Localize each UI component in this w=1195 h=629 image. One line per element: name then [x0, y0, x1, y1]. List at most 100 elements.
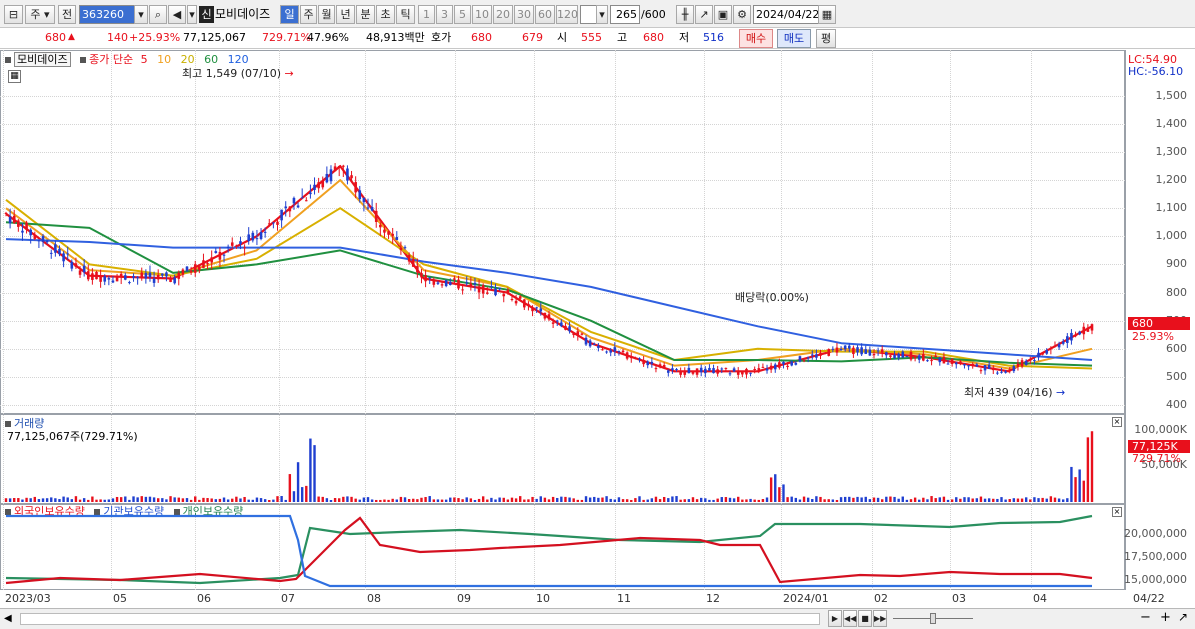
candle-body	[745, 368, 748, 375]
candle-body	[613, 347, 617, 352]
candle-body	[206, 263, 209, 265]
volume-bar	[642, 499, 645, 502]
candle-body	[12, 215, 16, 224]
scroll-track[interactable]	[20, 613, 820, 625]
fast-forward-icon[interactable]: ▶▶	[873, 610, 887, 627]
volume-bar	[523, 499, 526, 502]
volume-bar	[560, 496, 563, 502]
volume-bar	[843, 496, 847, 502]
volume-bar	[662, 496, 666, 502]
volume-bar	[8, 498, 12, 502]
volume-bar	[111, 498, 115, 502]
candle-body	[49, 252, 53, 254]
volume-bar	[811, 499, 814, 502]
volume-last-pct-tag: 729.71%	[1132, 452, 1181, 465]
volume-bar	[210, 498, 213, 502]
volume-bar	[74, 496, 78, 502]
volume-bar	[66, 497, 69, 502]
candle-body	[136, 276, 139, 279]
candle-body	[103, 276, 107, 282]
candle-body	[342, 165, 345, 167]
volume-bar	[13, 498, 16, 502]
candle-body	[885, 352, 888, 356]
volume-bar	[691, 497, 695, 502]
volume-bar	[383, 499, 386, 502]
volume-bar	[354, 498, 357, 502]
volume-bar	[309, 438, 312, 502]
volume-bar	[650, 498, 654, 502]
candle-body	[461, 289, 464, 291]
candle-body	[218, 251, 222, 260]
zoom-slider-thumb[interactable]	[930, 613, 936, 624]
candle-body	[78, 270, 82, 275]
candle-body	[1086, 327, 1090, 332]
volume-bar	[901, 496, 904, 502]
candle-body	[477, 286, 481, 293]
candle-body	[938, 357, 942, 363]
volume-bar	[194, 496, 197, 502]
candle-body	[45, 240, 49, 243]
candle-body	[654, 368, 658, 370]
volume-bar	[263, 499, 267, 502]
candle-body	[917, 355, 921, 360]
volume-bar	[317, 496, 320, 502]
candle-body	[144, 272, 148, 279]
volume-bar	[889, 496, 892, 502]
candle-body	[185, 266, 189, 271]
candle-body	[379, 224, 382, 228]
zoom-out-icon[interactable]: −	[1140, 610, 1151, 625]
candle-body	[37, 240, 41, 242]
candle-body	[510, 298, 514, 300]
volume-bar	[218, 498, 222, 502]
volume-bar	[881, 499, 884, 502]
volume-bar	[950, 499, 954, 502]
candle-body	[259, 232, 263, 239]
scroll-left-icon[interactable]: ◀	[4, 612, 14, 626]
volume-bar	[983, 498, 987, 502]
volume-bar	[58, 499, 61, 502]
candle-body	[963, 363, 966, 366]
volume-bar	[436, 499, 440, 502]
volume-bar	[428, 496, 431, 502]
candle-body	[798, 356, 802, 362]
volume-bar	[839, 497, 843, 502]
candle-body	[41, 235, 45, 242]
candle-body	[560, 322, 563, 327]
candle-body	[1061, 341, 1065, 344]
volume-bar	[33, 496, 36, 502]
volume-bar	[440, 499, 444, 502]
scroll-right-icon[interactable]: ▶	[828, 610, 842, 627]
volume-bar	[362, 497, 366, 502]
zoom-in-icon[interactable]: +	[1160, 610, 1171, 625]
volume-bar	[922, 497, 925, 502]
candle-body	[584, 337, 588, 345]
chart-canvas[interactable]	[0, 0, 1125, 590]
candle-body	[724, 367, 728, 369]
volume-bar	[4, 498, 8, 502]
candle-body	[897, 353, 900, 358]
candle-body	[411, 259, 415, 267]
volume-bar	[140, 496, 143, 502]
candle-body	[457, 279, 460, 289]
volume-bar	[350, 496, 353, 502]
holding-y-tick: 20,000,000	[1124, 527, 1187, 540]
volume-bar	[720, 497, 723, 502]
volume-bar	[124, 496, 127, 502]
chart-scrollbar[interactable]: ◀ ▶ ◀◀ ■ ▶▶ − + ↗	[0, 608, 1195, 629]
volume-bar	[806, 497, 810, 502]
candle-body	[576, 331, 580, 336]
rewind-icon[interactable]: ◀◀	[843, 610, 857, 627]
volume-bar	[774, 474, 777, 502]
candle-body	[531, 307, 534, 312]
stop-icon[interactable]: ■	[858, 610, 872, 627]
candle-body	[1012, 366, 1016, 372]
candle-body	[272, 222, 275, 224]
candle-body	[181, 269, 185, 275]
volume-bar	[181, 498, 185, 502]
candle-body	[247, 234, 251, 242]
chart-options-icon[interactable]: ↗	[1178, 610, 1188, 624]
volume-bar	[338, 498, 341, 502]
volume-bar	[918, 499, 921, 502]
candle-body	[1078, 331, 1081, 335]
volume-bar	[527, 499, 530, 502]
